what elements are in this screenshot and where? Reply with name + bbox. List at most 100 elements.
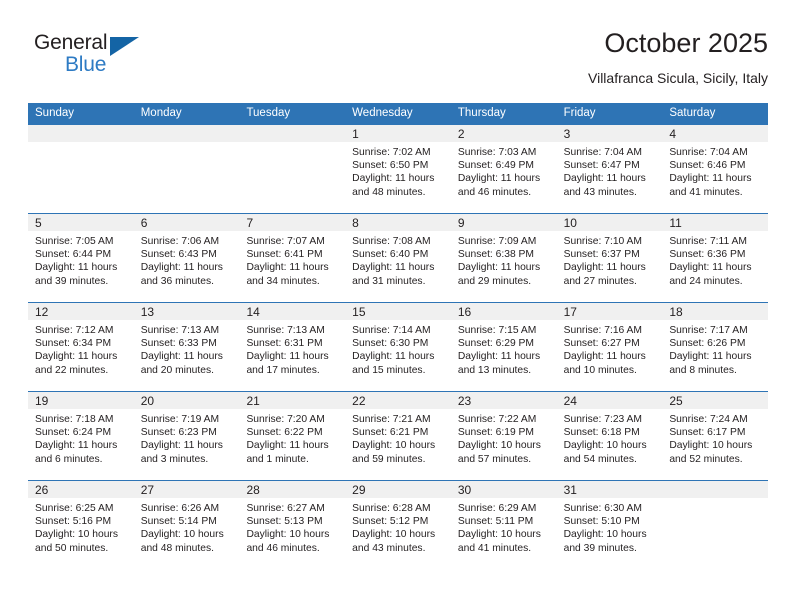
day-number-band: 29: [345, 481, 451, 498]
sunset-text: Sunset: 6:40 PM: [352, 249, 429, 261]
day-cell[interactable]: 12 Sunrise: 7:12 AM Sunset: 6:34 PM Dayl…: [28, 303, 134, 391]
sunset-text: Sunset: 6:21 PM: [352, 427, 429, 439]
day-cell[interactable]: 27 Sunrise: 6:26 AM Sunset: 5:14 PM Dayl…: [133, 481, 240, 569]
sunrise-text: Sunrise: 7:13 AM: [246, 325, 325, 336]
sunset-text: Sunset: 6:26 PM: [669, 338, 746, 350]
day-cell[interactable]: 3 Sunrise: 7:04 AM Sunset: 6:47 PM Dayli…: [556, 125, 663, 213]
weekday-monday: Monday: [140, 107, 182, 119]
day-cell[interactable]: 22 Sunrise: 7:21 AM Sunset: 6:21 PM Dayl…: [345, 392, 451, 480]
page-subtitle: Villafranca Sicula, Sicily, Italy: [588, 70, 768, 86]
day-cell[interactable]: 11 Sunrise: 7:11 AM Sunset: 6:36 PM Dayl…: [662, 214, 769, 302]
day-number-band: 21: [239, 392, 346, 409]
day-cell[interactable]: 17 Sunrise: 7:16 AM Sunset: 6:27 PM Dayl…: [556, 303, 663, 391]
sunrise-text: Sunrise: 7:08 AM: [352, 236, 431, 247]
day-number-band: 11: [662, 214, 769, 231]
sunset-text: Sunset: 6:44 PM: [35, 249, 112, 261]
day-info: Sunrise: 7:09 AM Sunset: 6:38 PM Dayligh…: [451, 231, 557, 288]
day-number: 31: [563, 483, 577, 497]
day-number-band: 3: [556, 125, 663, 142]
sunrise-text: Sunrise: 7:16 AM: [563, 325, 643, 336]
day-cell[interactable]: 18 Sunrise: 7:17 AM Sunset: 6:26 PM Dayl…: [662, 303, 769, 391]
sunrise-text: Sunrise: 7:03 AM: [457, 147, 537, 158]
daylight-text: Daylight: 10 hours and 59 minutes.: [352, 440, 436, 465]
day-number: 2: [457, 127, 465, 141]
logo-triangle-icon: [110, 37, 139, 56]
day-cell[interactable]: 29 Sunrise: 6:28 AM Sunset: 5:12 PM Dayl…: [345, 481, 451, 569]
sunrise-text: Sunrise: 7:04 AM: [669, 147, 748, 158]
day-cell[interactable]: [239, 125, 346, 213]
day-number: 13: [140, 305, 155, 319]
day-cell[interactable]: 15 Sunrise: 7:14 AM Sunset: 6:30 PM Dayl…: [345, 303, 451, 391]
generalblue-logo[interactable]: General Blue: [34, 31, 154, 87]
day-cell[interactable]: 2 Sunrise: 7:03 AM Sunset: 6:49 PM Dayli…: [450, 125, 557, 213]
day-number: 30: [457, 483, 472, 497]
day-number: 15: [352, 305, 366, 319]
day-number-band: 28: [239, 481, 346, 498]
day-number: 26: [35, 483, 49, 497]
day-cell[interactable]: 26 Sunrise: 6:25 AM Sunset: 5:16 PM Dayl…: [28, 481, 134, 569]
day-number: 7: [246, 216, 254, 230]
daylight-text: Daylight: 11 hours and 13 minutes.: [457, 351, 541, 376]
sunset-text: Sunset: 6:30 PM: [352, 338, 429, 350]
day-cell[interactable]: 31 Sunrise: 6:30 AM Sunset: 5:10 PM Dayl…: [556, 481, 663, 569]
title-block: October 2025 Villafranca Sicula, Sicily,…: [588, 26, 768, 88]
calendar-page: General Blue October 2025 Villafranca Si…: [0, 0, 792, 612]
page-header: General Blue October 2025 Villafranca Si…: [28, 26, 768, 96]
sunrise-text: Sunrise: 6:28 AM: [352, 503, 431, 514]
day-cell[interactable]: 20 Sunrise: 7:19 AM Sunset: 6:23 PM Dayl…: [133, 392, 240, 480]
day-number: 29: [352, 483, 366, 497]
day-cell[interactable]: 30 Sunrise: 6:29 AM Sunset: 5:11 PM Dayl…: [450, 481, 557, 569]
sunrise-text: Sunrise: 7:09 AM: [457, 236, 537, 247]
day-number-band: 2: [450, 125, 557, 142]
daylight-text: Daylight: 11 hours and 15 minutes.: [352, 351, 435, 376]
day-info: Sunrise: 7:16 AM Sunset: 6:27 PM Dayligh…: [557, 320, 663, 377]
daylight-text: Daylight: 11 hours and 3 minutes.: [140, 440, 223, 465]
day-number-band: 17: [556, 303, 663, 320]
day-cell[interactable]: 13 Sunrise: 7:13 AM Sunset: 6:33 PM Dayl…: [133, 303, 240, 391]
day-cell[interactable]: 24 Sunrise: 7:23 AM Sunset: 6:18 PM Dayl…: [556, 392, 663, 480]
calendar-week-row: 19 Sunrise: 7:18 AM Sunset: 6:24 PM Dayl…: [28, 391, 769, 480]
day-info: Sunrise: 7:05 AM Sunset: 6:44 PM Dayligh…: [28, 231, 134, 288]
sunrise-text: Sunrise: 7:13 AM: [140, 325, 220, 336]
day-info: Sunrise: 7:10 AM Sunset: 6:37 PM Dayligh…: [557, 231, 663, 288]
day-number-band: 18: [662, 303, 769, 320]
day-cell[interactable]: 4 Sunrise: 7:04 AM Sunset: 6:46 PM Dayli…: [662, 125, 769, 213]
sunset-text: Sunset: 6:46 PM: [669, 160, 746, 172]
day-cell[interactable]: [662, 481, 769, 569]
sunrise-text: Sunrise: 6:25 AM: [35, 503, 114, 514]
day-cell[interactable]: 25 Sunrise: 7:24 AM Sunset: 6:17 PM Dayl…: [662, 392, 769, 480]
day-cell[interactable]: 16 Sunrise: 7:15 AM Sunset: 6:29 PM Dayl…: [450, 303, 557, 391]
daylight-text: Daylight: 10 hours and 48 minutes.: [140, 529, 224, 554]
daylight-text: Daylight: 11 hours and 22 minutes.: [35, 351, 118, 376]
day-cell[interactable]: 1 Sunrise: 7:02 AM Sunset: 6:50 PM Dayli…: [345, 125, 451, 213]
daylight-text: Daylight: 11 hours and 46 minutes.: [457, 173, 541, 198]
day-number-band: 10: [556, 214, 663, 231]
day-cell[interactable]: 23 Sunrise: 7:22 AM Sunset: 6:19 PM Dayl…: [450, 392, 557, 480]
daylight-text: Daylight: 11 hours and 8 minutes.: [669, 351, 752, 376]
day-cell[interactable]: 19 Sunrise: 7:18 AM Sunset: 6:24 PM Dayl…: [28, 392, 134, 480]
day-cell[interactable]: 10 Sunrise: 7:10 AM Sunset: 6:37 PM Dayl…: [556, 214, 663, 302]
day-number-band: [133, 125, 240, 142]
daylight-text: Daylight: 11 hours and 24 minutes.: [669, 262, 752, 287]
daylight-text: Daylight: 10 hours and 41 minutes.: [457, 529, 541, 554]
sunset-text: Sunset: 6:41 PM: [246, 249, 323, 261]
day-number: 23: [457, 394, 472, 408]
day-cell[interactable]: 9 Sunrise: 7:09 AM Sunset: 6:38 PM Dayli…: [450, 214, 557, 302]
daylight-text: Daylight: 11 hours and 41 minutes.: [669, 173, 752, 198]
day-cell[interactable]: 21 Sunrise: 7:20 AM Sunset: 6:22 PM Dayl…: [239, 392, 346, 480]
day-cell[interactable]: 14 Sunrise: 7:13 AM Sunset: 6:31 PM Dayl…: [239, 303, 346, 391]
day-cell[interactable]: 7 Sunrise: 7:07 AM Sunset: 6:41 PM Dayli…: [239, 214, 346, 302]
day-cell[interactable]: [133, 125, 240, 213]
daylight-text: Daylight: 11 hours and 6 minutes.: [35, 440, 118, 465]
day-cell[interactable]: [28, 125, 134, 213]
day-cell[interactable]: 5 Sunrise: 7:05 AM Sunset: 6:44 PM Dayli…: [28, 214, 134, 302]
page-title: October 2025: [604, 28, 768, 58]
day-cell[interactable]: 6 Sunrise: 7:06 AM Sunset: 6:43 PM Dayli…: [133, 214, 240, 302]
day-cell[interactable]: 8 Sunrise: 7:08 AM Sunset: 6:40 PM Dayli…: [345, 214, 451, 302]
daylight-text: Daylight: 10 hours and 39 minutes.: [563, 529, 647, 554]
sunset-text: Sunset: 6:27 PM: [563, 338, 640, 350]
sunset-text: Sunset: 6:19 PM: [457, 427, 535, 439]
day-cell[interactable]: 28 Sunrise: 6:27 AM Sunset: 5:13 PM Dayl…: [239, 481, 346, 569]
sunrise-text: Sunrise: 6:26 AM: [140, 503, 220, 514]
day-number-band: 16: [450, 303, 557, 320]
